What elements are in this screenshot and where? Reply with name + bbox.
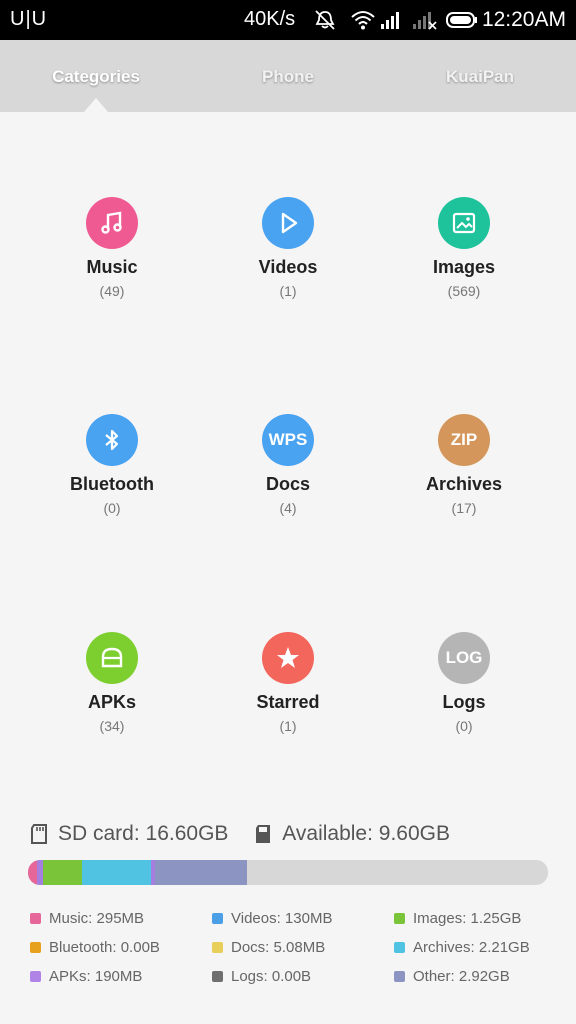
legend-swatch — [212, 942, 223, 953]
log-icon: LOG — [438, 632, 490, 684]
star-icon — [262, 632, 314, 684]
usage-segment-archives — [82, 860, 152, 885]
legend-label: APKs: 190MB — [49, 968, 143, 985]
carrier-label: U|U — [10, 8, 48, 30]
category-name: Starred — [256, 692, 320, 712]
legend-label: Bluetooth: 0.00B — [49, 939, 160, 956]
legend-videos: Videos: 130MB — [212, 910, 332, 927]
wps-doc-icon: WPS — [262, 414, 314, 466]
category-count: (4) — [279, 500, 297, 516]
play-icon — [262, 197, 314, 249]
legend-other: Other: 2.92GB — [394, 968, 510, 985]
category-starred[interactable]: Starred (1) — [200, 632, 376, 734]
category-logs[interactable]: LOG Logs (0) — [376, 632, 552, 734]
category-count: (0) — [455, 718, 473, 734]
legend-bluetooth: Bluetooth: 0.00B — [30, 939, 160, 956]
tab-categories[interactable]: Categories — [0, 67, 192, 87]
storage-summary: SD card: 16.60GB Available: 9.60GB — [30, 822, 450, 850]
legend-label: Docs: 5.08MB — [231, 939, 326, 956]
legend-label: Other: 2.92GB — [413, 968, 510, 985]
sd-card-capacity: SD card: 16.60GB — [58, 822, 229, 845]
category-name: Bluetooth — [70, 474, 154, 494]
category-archives[interactable]: ZIP Archives (17) — [376, 414, 552, 516]
legend-swatch — [394, 913, 405, 924]
category-name: APKs — [87, 692, 136, 712]
available-space: Available: 9.60GB — [282, 822, 450, 845]
legend-swatch — [30, 942, 41, 953]
legend-swatch — [30, 913, 41, 924]
battery-icon — [446, 12, 477, 28]
usage-segment-other — [155, 860, 247, 885]
category-docs[interactable]: WPS Docs (4) — [200, 414, 376, 516]
active-tab-indicator — [84, 98, 108, 112]
legend-label: Images: 1.25GB — [413, 910, 522, 927]
category-count: (569) — [447, 283, 481, 299]
image-icon — [438, 197, 490, 249]
category-name: Logs — [442, 692, 486, 712]
legend-logs: Logs: 0.00B — [212, 968, 311, 985]
category-apks[interactable]: APKs (34) — [24, 632, 200, 734]
zip-archive-icon: ZIP — [438, 414, 490, 466]
mute-icon — [315, 10, 335, 30]
music-note-icon — [86, 197, 138, 249]
legend-docs: Docs: 5.08MB — [212, 939, 325, 956]
category-count: (1) — [279, 283, 297, 299]
legend-archives: Archives: 2.21GB — [394, 939, 530, 956]
category-bluetooth[interactable]: Bluetooth (0) — [24, 414, 200, 516]
legend-label: Logs: 0.00B — [231, 968, 312, 985]
category-name: Images — [432, 257, 496, 277]
legend-images: Images: 1.25GB — [394, 910, 521, 927]
category-name: Docs — [265, 474, 310, 494]
category-music[interactable]: Music (49) — [24, 197, 200, 299]
category-name: Archives — [425, 474, 503, 494]
status-bar: U|U 40K/s 12:20AM — [0, 0, 576, 40]
category-count: (0) — [103, 500, 121, 516]
category-videos[interactable]: Videos (1) — [200, 197, 376, 299]
storage-usage-bar — [28, 860, 548, 885]
legend-music: Music: 295MB — [30, 910, 144, 927]
bluetooth-icon — [86, 414, 138, 466]
category-name: Videos — [258, 257, 318, 277]
wifi-icon — [351, 11, 375, 30]
legend-label: Music: 295MB — [49, 910, 145, 927]
legend-swatch — [30, 971, 41, 982]
tab-phone[interactable]: Phone — [192, 67, 384, 87]
legend-swatch — [212, 913, 223, 924]
category-name: Music — [86, 257, 138, 277]
legend-swatch — [212, 971, 223, 982]
legend-label: Archives: 2.21GB — [413, 939, 530, 956]
category-count: (17) — [451, 500, 477, 516]
usage-segment-images — [43, 860, 83, 885]
usage-segment-music — [28, 860, 38, 885]
signal-icon — [381, 12, 399, 29]
legend-label: Videos: 130MB — [231, 910, 333, 927]
clock: 12:20AM — [481, 8, 566, 31]
tab-kuaipan[interactable]: KuaiPan — [384, 67, 576, 87]
legend-swatch — [394, 942, 405, 953]
category-count: (49) — [99, 283, 125, 299]
signal-no-service-icon — [413, 12, 437, 30]
network-speed: 40K/s — [244, 8, 296, 30]
category-count: (1) — [279, 718, 297, 734]
category-images[interactable]: Images (569) — [376, 197, 552, 299]
category-count: (34) — [99, 718, 125, 734]
legend-swatch — [394, 971, 405, 982]
legend-apks: APKs: 190MB — [30, 968, 142, 985]
sd-card-icon — [31, 824, 47, 844]
android-apk-icon — [86, 632, 138, 684]
available-space-icon — [256, 825, 271, 843]
